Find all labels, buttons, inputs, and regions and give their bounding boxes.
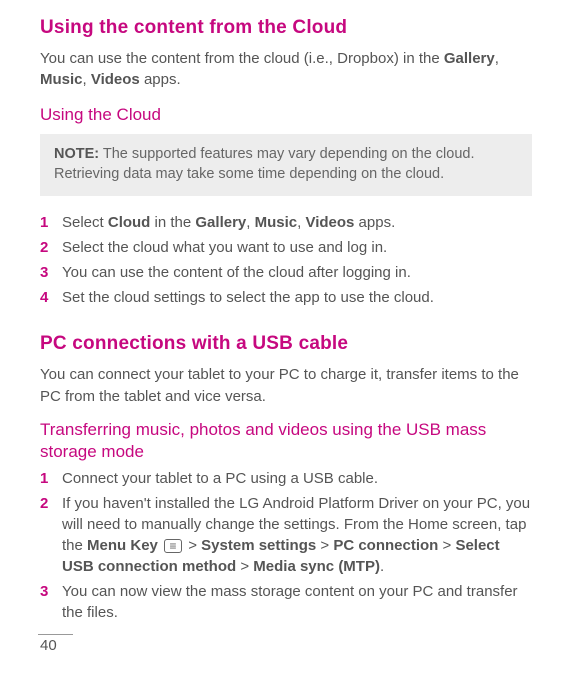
gallery-label: Gallery — [195, 214, 246, 231]
text — [158, 537, 162, 554]
intro-pc-connections: You can connect your tablet to your PC t… — [40, 364, 532, 408]
music-label: Music — [255, 214, 298, 231]
text: apps. — [140, 71, 181, 88]
list-item: 3 You can now view the mass storage cont… — [40, 581, 532, 623]
text: in the — [150, 214, 195, 231]
text: > — [236, 558, 253, 575]
note-box: NOTE: The supported features may vary de… — [40, 134, 532, 197]
cloud-label: Cloud — [108, 214, 151, 231]
step-number: 1 — [40, 212, 48, 233]
text: . — [380, 558, 384, 575]
text: , — [246, 214, 254, 231]
system-settings-label: System settings — [201, 537, 316, 554]
subheading-usb-mass-storage: Transferring music, photos and videos us… — [40, 419, 532, 463]
text: > — [316, 537, 333, 554]
intro-cloud-content: You can use the content from the cloud (… — [40, 48, 532, 92]
videos-label: Videos — [305, 214, 354, 231]
list-item: 3 You can use the content of the cloud a… — [40, 262, 532, 283]
note-text: The supported features may vary dependin… — [54, 146, 474, 182]
menu-key-label: Menu Key — [87, 537, 158, 554]
menu-key-icon — [164, 539, 182, 553]
music-label: Music — [40, 71, 83, 88]
text: You can use the content from the cloud (… — [40, 50, 444, 67]
media-sync-label: Media sync (MTP) — [253, 558, 380, 575]
text: , — [495, 50, 499, 67]
text: > — [438, 537, 455, 554]
step-number: 3 — [40, 262, 48, 283]
text: Select — [62, 214, 108, 231]
step-number: 1 — [40, 468, 48, 489]
step-number: 3 — [40, 581, 48, 602]
text: You can use the content of the cloud aft… — [62, 264, 411, 281]
list-item: 4 Set the cloud settings to select the a… — [40, 287, 532, 308]
subheading-using-cloud: Using the Cloud — [40, 103, 532, 128]
steps-usb: 1 Connect your tablet to a PC using a US… — [40, 468, 532, 623]
videos-label: Videos — [91, 71, 140, 88]
step-number: 2 — [40, 237, 48, 258]
text: Connect your tablet to a PC using a USB … — [62, 470, 378, 487]
text: Select the cloud what you want to use an… — [62, 239, 387, 256]
pc-connection-label: PC connection — [333, 537, 438, 554]
gallery-label: Gallery — [444, 50, 495, 67]
text: You can now view the mass storage conten… — [62, 583, 518, 621]
text: , — [83, 71, 91, 88]
text: apps. — [354, 214, 395, 231]
list-item: 2 If you haven't installed the LG Androi… — [40, 493, 532, 577]
step-number: 2 — [40, 493, 48, 514]
list-item: 1 Select Cloud in the Gallery, Music, Vi… — [40, 212, 532, 233]
steps-cloud: 1 Select Cloud in the Gallery, Music, Vi… — [40, 212, 532, 308]
text: Set the cloud settings to select the app… — [62, 289, 434, 306]
list-item: 2 Select the cloud what you want to use … — [40, 237, 532, 258]
heading-cloud-content: Using the content from the Cloud — [40, 14, 532, 42]
heading-pc-connections: PC connections with a USB cable — [40, 330, 532, 358]
note-label: NOTE: — [54, 146, 99, 162]
step-number: 4 — [40, 287, 48, 308]
page-number: 40 — [40, 635, 57, 657]
list-item: 1 Connect your tablet to a PC using a US… — [40, 468, 532, 489]
text: > — [184, 537, 201, 554]
